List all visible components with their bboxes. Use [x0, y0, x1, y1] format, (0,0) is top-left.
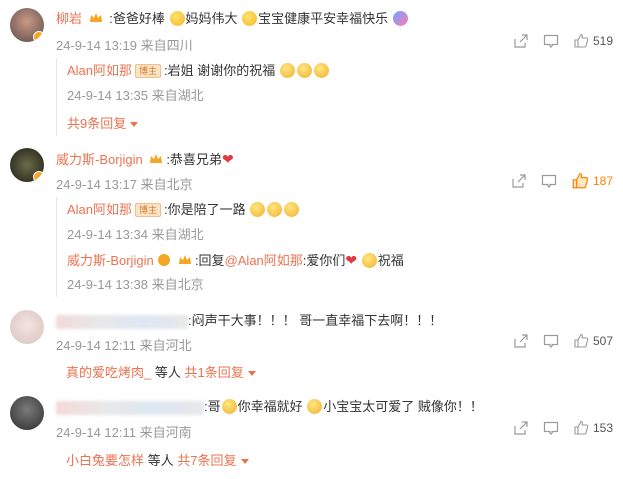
- comment-button[interactable]: [543, 420, 559, 436]
- share-icon: [514, 34, 528, 48]
- verified-badge-icon: [33, 31, 44, 42]
- more-replies-link[interactable]: 共9条回复: [67, 113, 139, 132]
- username[interactable]: 柳岩: [56, 11, 82, 26]
- reply-username[interactable]: 真的爱吃烤肉_: [66, 365, 151, 380]
- reply-username[interactable]: Alan阿如那: [67, 63, 132, 78]
- reply-username[interactable]: Alan阿如那: [67, 202, 132, 217]
- more-replies-link[interactable]: 共7条回复: [177, 453, 236, 468]
- reply-text: Alan阿如那 博主:你是陪了一路: [67, 201, 300, 219]
- reply-summary[interactable]: 小白兔要怎样 等人 共7条回复: [66, 450, 249, 469]
- hug-emoji-icon: [361, 253, 377, 268]
- comment-text: :闷声干大事！！！ 哥一直幸福下去啊！！！: [56, 312, 442, 330]
- hug-emoji-icon: [267, 202, 283, 217]
- like-count: 187: [592, 174, 613, 188]
- comment-text: 柳岩 :爸爸好棒 妈妈伟大 宝宝健康平安幸福快乐: [56, 10, 409, 28]
- reply-text: Alan阿如那 博主:岩姐 谢谢你的祝福: [67, 62, 330, 80]
- share-button[interactable]: [513, 420, 529, 436]
- avatar[interactable]: [10, 310, 44, 344]
- like-button[interactable]: 153: [573, 420, 613, 436]
- like-icon: [574, 33, 589, 48]
- like-count: 519: [592, 34, 613, 48]
- comment-actions: 507: [513, 333, 613, 349]
- reply-list: Alan阿如那 博主:岩姐 谢谢你的祝福 24-9-14 13:35 来自湖北 共…: [56, 58, 329, 136]
- avatar[interactable]: [10, 8, 44, 42]
- more-replies-link[interactable]: 共1条回复: [185, 365, 244, 380]
- reply-text: 威力斯-Borjigin :回复@Alan阿如那:爱你们❤ 祝福: [67, 252, 404, 268]
- comment-actions: 153: [513, 420, 613, 436]
- reply-meta: 24-9-14 13:38 来自北京: [67, 277, 204, 292]
- share-button[interactable]: [513, 33, 529, 49]
- share-button[interactable]: [511, 173, 527, 189]
- crown-icon: [178, 255, 191, 264]
- crying-emoji-icon: [221, 399, 237, 414]
- reply-summary[interactable]: 真的爱吃烤肉_ 等人 共1条回复: [66, 362, 256, 381]
- like-button[interactable]: 519: [573, 33, 613, 49]
- avatar[interactable]: [10, 148, 44, 182]
- chevron-down-icon: [130, 122, 139, 128]
- text-part: 妈妈伟大: [185, 11, 238, 26]
- share-icon: [512, 174, 526, 188]
- host-badge: 博主: [135, 203, 162, 217]
- like-button[interactable]: 187: [571, 172, 613, 190]
- comment-text: :哥 你幸福就好 小宝宝太可爱了 贼像你！！: [56, 398, 483, 416]
- comment-actions: 519: [513, 33, 613, 49]
- hug-emoji-icon: [284, 202, 300, 217]
- hug-emoji-icon: [279, 63, 295, 78]
- comment-icon: [543, 421, 559, 435]
- redacted-username[interactable]: [56, 400, 204, 415]
- hug-emoji-icon: [250, 202, 266, 217]
- verified-badge-icon: [33, 171, 44, 182]
- like-icon: [574, 333, 589, 348]
- reply-meta: 24-9-14 13:34 来自湖北: [67, 227, 204, 242]
- hug-emoji-icon: [296, 63, 312, 78]
- comment-meta: 24-9-14 12:11 来自河北: [56, 338, 192, 353]
- comment-icon: [543, 334, 559, 348]
- chevron-down-icon: [240, 459, 249, 465]
- thumb-emoji-icon: [242, 11, 258, 26]
- share-icon: [514, 334, 528, 348]
- mention-link[interactable]: @Alan阿如那: [225, 253, 303, 268]
- like-icon: [572, 173, 589, 189]
- username[interactable]: 威力斯-Borjigin: [56, 152, 143, 167]
- reply-list: Alan阿如那 博主:你是陪了一路 24-9-14 13:34 来自湖北 威力斯-…: [56, 197, 404, 297]
- vip-badge-icon: [158, 254, 171, 266]
- avatar[interactable]: [10, 396, 44, 430]
- heart-icon: ❤: [345, 252, 358, 268]
- comment-button[interactable]: [543, 33, 559, 49]
- text-part: 宝宝健康平安幸福快乐: [258, 11, 389, 26]
- comment-icon: [541, 174, 557, 188]
- crown-icon: [150, 154, 163, 163]
- chevron-down-icon: [247, 371, 256, 377]
- crown-icon: [89, 13, 102, 22]
- crying-emoji-icon: [307, 399, 323, 414]
- like-icon: [574, 420, 589, 435]
- like-button[interactable]: 507: [573, 333, 613, 349]
- like-count: 153: [592, 421, 613, 435]
- share-button[interactable]: [513, 333, 529, 349]
- reply-meta: 24-9-14 13:35 来自湖北: [67, 88, 204, 103]
- heart-icon: ❤: [221, 151, 234, 167]
- like-count: 507: [592, 334, 613, 348]
- comment-meta: 24-9-14 13:17 来自北京: [56, 177, 193, 192]
- hug-emoji-icon: [313, 63, 329, 78]
- reply-username[interactable]: 小白兔要怎样: [66, 453, 144, 468]
- comment-button[interactable]: [541, 173, 557, 189]
- reply-username[interactable]: 威力斯-Borjigin: [67, 253, 154, 268]
- comment-meta: 24-9-14 12:11 来自河南: [56, 425, 192, 440]
- text-part: 爸爸好棒: [112, 11, 165, 26]
- comment-actions: 187: [511, 172, 613, 190]
- comment-text: 威力斯-Borjigin :恭喜兄弟❤: [56, 151, 234, 167]
- thumb-emoji-icon: [169, 11, 185, 26]
- comment-icon: [543, 34, 559, 48]
- comment-button[interactable]: [543, 333, 559, 349]
- party-emoji-icon: [392, 11, 408, 26]
- share-icon: [514, 421, 528, 435]
- host-badge: 博主: [135, 64, 162, 78]
- comment-meta: 24-9-14 13:19 来自四川: [56, 38, 193, 53]
- redacted-username[interactable]: [56, 314, 188, 329]
